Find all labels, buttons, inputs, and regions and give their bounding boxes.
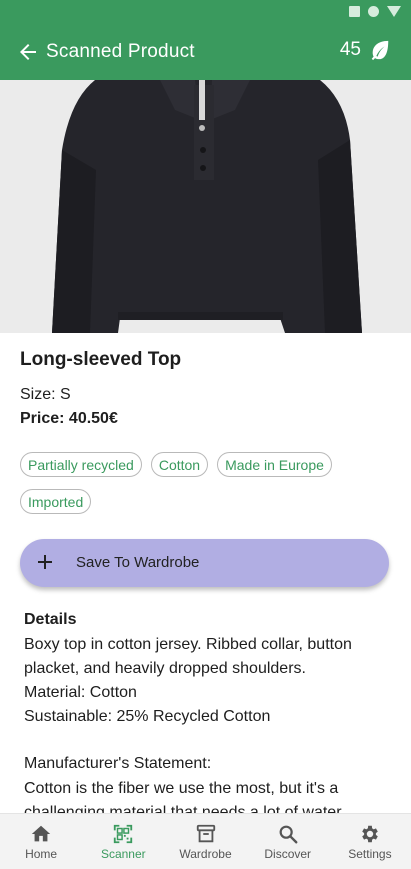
sustainability-score[interactable]: 45: [340, 38, 391, 62]
details-line: Boxy top in cotton jersey. Ribbed collar…: [24, 636, 352, 653]
gear-icon: [362, 825, 378, 843]
nav-item-wardrobe[interactable]: Wardrobe: [164, 814, 246, 869]
product-photo: [0, 80, 411, 333]
leaf-icon: [371, 40, 389, 61]
nav-item-scanner[interactable]: Scanner: [82, 814, 164, 869]
product-price: Price: 40.50€: [20, 410, 118, 427]
nav-item-home[interactable]: Home: [0, 814, 82, 869]
status-icons: [349, 6, 401, 17]
search-icon: [279, 825, 298, 844]
details-line: placket, and heavily dropped shoulders.: [24, 660, 306, 677]
manufacturer-heading: Manufacturer's Statement:: [24, 755, 212, 772]
nav-item-settings[interactable]: Settings: [329, 814, 411, 869]
product-size: Size: S: [20, 386, 71, 403]
tag-chip[interactable]: Made in Europe: [217, 452, 332, 477]
nav-label: Scanner: [100, 847, 146, 861]
home-icon: [31, 825, 51, 842]
product-name: Long-sleeved Top: [20, 349, 182, 370]
recent-apps-icon: [349, 6, 360, 17]
arrow-left-icon: [20, 44, 36, 60]
archive-icon: [196, 824, 215, 843]
tag-list: Partially recycled Cotton Made in Europe…: [20, 452, 400, 514]
details-text: Boxy top in cotton jersey. Ribbed collar…: [24, 633, 394, 729]
tag-chip[interactable]: Partially recycled: [20, 452, 142, 477]
manufacturer-line: Cotton is the fiber we use the most, but…: [24, 780, 339, 797]
score-value: 45: [339, 39, 361, 60]
page-title: Scanned Product: [46, 41, 195, 62]
back-button[interactable]: [16, 40, 40, 64]
nav-label: Settings: [348, 847, 392, 861]
details-line: Material: Cotton: [24, 684, 137, 701]
status-bar: [0, 0, 411, 24]
qr-scanner-icon: [114, 824, 133, 844]
save-button-label: Save To Wardrobe: [76, 554, 200, 571]
nav-label: Home: [25, 847, 58, 861]
details-line: Sustainable: 25% Recycled Cotton: [24, 708, 271, 725]
back-triangle-icon: [387, 6, 401, 17]
tag-chip[interactable]: Cotton: [150, 452, 209, 477]
nav-item-discover[interactable]: Discover: [247, 814, 329, 869]
plus-icon: [38, 555, 52, 569]
product-image: [0, 80, 411, 333]
save-to-wardrobe-button[interactable]: Save To Wardrobe: [20, 539, 389, 587]
home-circle-icon: [368, 6, 379, 17]
details-heading: Details: [24, 611, 77, 628]
tag-chip[interactable]: Imported: [20, 489, 92, 514]
nav-label: Wardrobe: [179, 847, 232, 861]
bottom-navigation: Home Scanner Wardrobe Discover Settings: [0, 813, 411, 869]
phone-screen: Scanned Product 45 Long-sleeved Top Size…: [0, 0, 411, 869]
nav-label: Discover: [264, 847, 312, 861]
app-bar: Scanned Product 45: [0, 24, 411, 80]
